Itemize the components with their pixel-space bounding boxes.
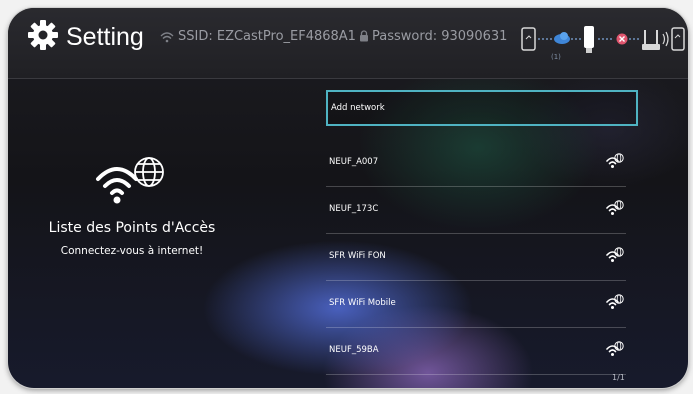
router-icon [642,30,669,50]
list-item-label: SFR WiFi FON [329,251,386,261]
wifi-globe-icon [96,157,164,204]
wifi-signal-icon [606,294,624,309]
ssid-label: SSID: EZCastPro_EF4868A1 [178,29,356,44]
network-item[interactable]: NEUF_A007 [326,140,626,187]
cloud-icon [554,32,570,44]
list-item-label: NEUF_173C [329,204,379,214]
sidebar-title: Liste des Points d'Accès [48,220,216,236]
disconnect-icon [616,33,628,45]
wifi-signal-icon [606,153,624,168]
wifi-signal-icon [606,247,624,262]
list-item-label: NEUF_A007 [329,157,379,167]
page-indicator: 1/1 [612,373,625,382]
page-title: Setting [66,23,144,51]
dongle-icon [584,26,594,53]
list-item-label: SFR WiFi Mobile [329,298,396,308]
network-item[interactable]: SFR WiFi FON [326,234,626,281]
header-bar: Setting SSID: EZCastPro_EF4868A1 Passwor… [8,8,688,79]
wifi-signal-icon [606,341,624,356]
tablet-icon [671,27,685,51]
gear-icon [28,20,58,50]
list-item-label: NEUF_59BA [329,345,379,355]
lock-icon [360,30,368,42]
sidebar-subtitle: Connectez-vous à internet! [60,245,204,257]
connection-status-diagram [521,26,685,53]
network-item[interactable]: NEUF_173C [326,187,626,234]
wifi-icon [160,32,174,43]
wifi-signal-icon [606,200,624,215]
list-item-label: Add network [331,103,385,113]
add-network-button[interactable]: Add network [326,90,638,126]
tv-screen: Setting SSID: EZCastPro_EF4868A1 Passwor… [8,8,688,388]
connection-count: (1) [551,53,561,61]
phone-icon [521,27,536,51]
password-label: Password: 93090631 [372,29,508,44]
network-item[interactable]: SFR WiFi Mobile [326,281,626,328]
network-list: Add network NEUF_A007 NEUF_173C SFR WiFi… [326,90,638,375]
network-item[interactable]: NEUF_59BA [326,328,626,375]
